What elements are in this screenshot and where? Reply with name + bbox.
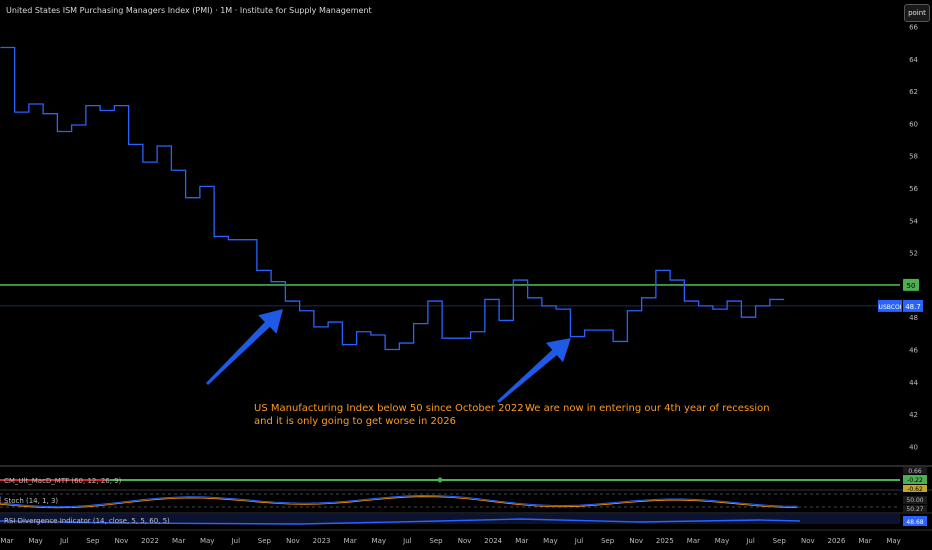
x-tick-label: Mar	[687, 537, 700, 545]
x-tick-label: Mar	[858, 537, 871, 545]
x-tick-label: Sep	[429, 537, 443, 545]
x-tick-label: Jul	[59, 537, 69, 545]
indicator-value-label: 50.27	[906, 506, 923, 513]
indicator-value-label: 50.00	[906, 497, 923, 504]
x-tick-label: May	[543, 537, 557, 545]
x-tick-label: Mar	[344, 537, 357, 545]
reference-line-label: 50	[907, 282, 916, 290]
x-tick-label: Nov	[458, 537, 472, 545]
x-tick-label: May	[200, 537, 214, 545]
x-tick-label: Nov	[629, 537, 643, 545]
x-tick-label: Jul	[231, 537, 241, 545]
y-tick-label: 58	[909, 153, 918, 161]
x-tick-label: 2023	[313, 537, 331, 545]
y-tick-label: 62	[909, 88, 918, 96]
y-tick-label: 48	[909, 314, 918, 322]
macd-cross-marker	[437, 477, 443, 483]
x-tick-label: Mar	[172, 537, 185, 545]
y-tick-label: 52	[909, 250, 918, 258]
annotation-left-line1: US Manufacturing Index below 50 since Oc…	[254, 403, 531, 414]
y-tick-label: 56	[909, 185, 918, 193]
y-tick-label: 42	[909, 411, 918, 419]
indicator-value-label: 0.66	[908, 468, 922, 475]
indicator-label-stoch: Stoch (14, 1, 3)	[4, 497, 58, 505]
x-tick-label: Nov	[115, 537, 129, 545]
x-tick-label: 2025	[656, 537, 674, 545]
x-tick-label: Sep	[86, 537, 100, 545]
indicator-value-label: -0.62	[907, 486, 923, 493]
stoch-k-line	[0, 494, 798, 508]
x-tick-label: 2022	[141, 537, 159, 545]
y-tick-label: 64	[909, 56, 918, 64]
x-tick-label: May	[28, 537, 42, 545]
chart-title: United States ISM Purchasing Managers In…	[6, 6, 372, 15]
y-tick-label: 40	[909, 443, 918, 451]
x-tick-label: Jul	[745, 537, 755, 545]
indicator-value-label: -0.22	[907, 477, 923, 484]
x-tick-label: Nov	[286, 537, 300, 545]
x-tick-label: Mar	[515, 537, 528, 545]
indicator-value-label: 48.68	[906, 519, 923, 526]
x-tick-label: 2026	[827, 537, 845, 545]
x-tick-label: 2024	[484, 537, 502, 545]
x-tick-label: Sep	[773, 537, 787, 545]
x-tick-label: Mar	[0, 537, 13, 545]
symbol-tag-label: USBCOI	[879, 304, 902, 311]
x-tick-label: Sep	[601, 537, 615, 545]
last-value-label: 48.7	[905, 303, 921, 311]
y-tick-label: 44	[909, 379, 918, 387]
annotation-left-line2: and it is only going to get worse in 202…	[254, 416, 456, 427]
y-tick-label: 66	[909, 24, 918, 32]
pmi-series-line	[0, 46, 785, 351]
x-tick-label: Sep	[258, 537, 272, 545]
indicator-label-rsi: RSI Divergence Indicator (14, close, 5, …	[4, 517, 170, 525]
x-tick-label: Jul	[574, 537, 584, 545]
y-tick-label: 46	[909, 347, 918, 355]
arrow-right	[497, 338, 571, 404]
x-tick-label: May	[372, 537, 386, 545]
indicator-label-macd: CM_Ult_MacD_MTF (60, 12, 26, 9)	[4, 477, 122, 485]
x-tick-label: Nov	[801, 537, 815, 545]
x-tick-label: May	[886, 537, 900, 545]
y-tick-label: 54	[909, 217, 918, 225]
chart-canvas: 404244464850525456586062646650USBCOI48.7…	[0, 24, 932, 545]
annotation-right-line1: We are now in entering our 4th year of r…	[525, 403, 770, 414]
point-button[interactable]: point	[904, 4, 930, 22]
arrow-left	[206, 309, 283, 385]
y-tick-label: 60	[909, 120, 918, 128]
x-tick-label: May	[715, 537, 729, 545]
x-tick-label: Jul	[402, 537, 412, 545]
